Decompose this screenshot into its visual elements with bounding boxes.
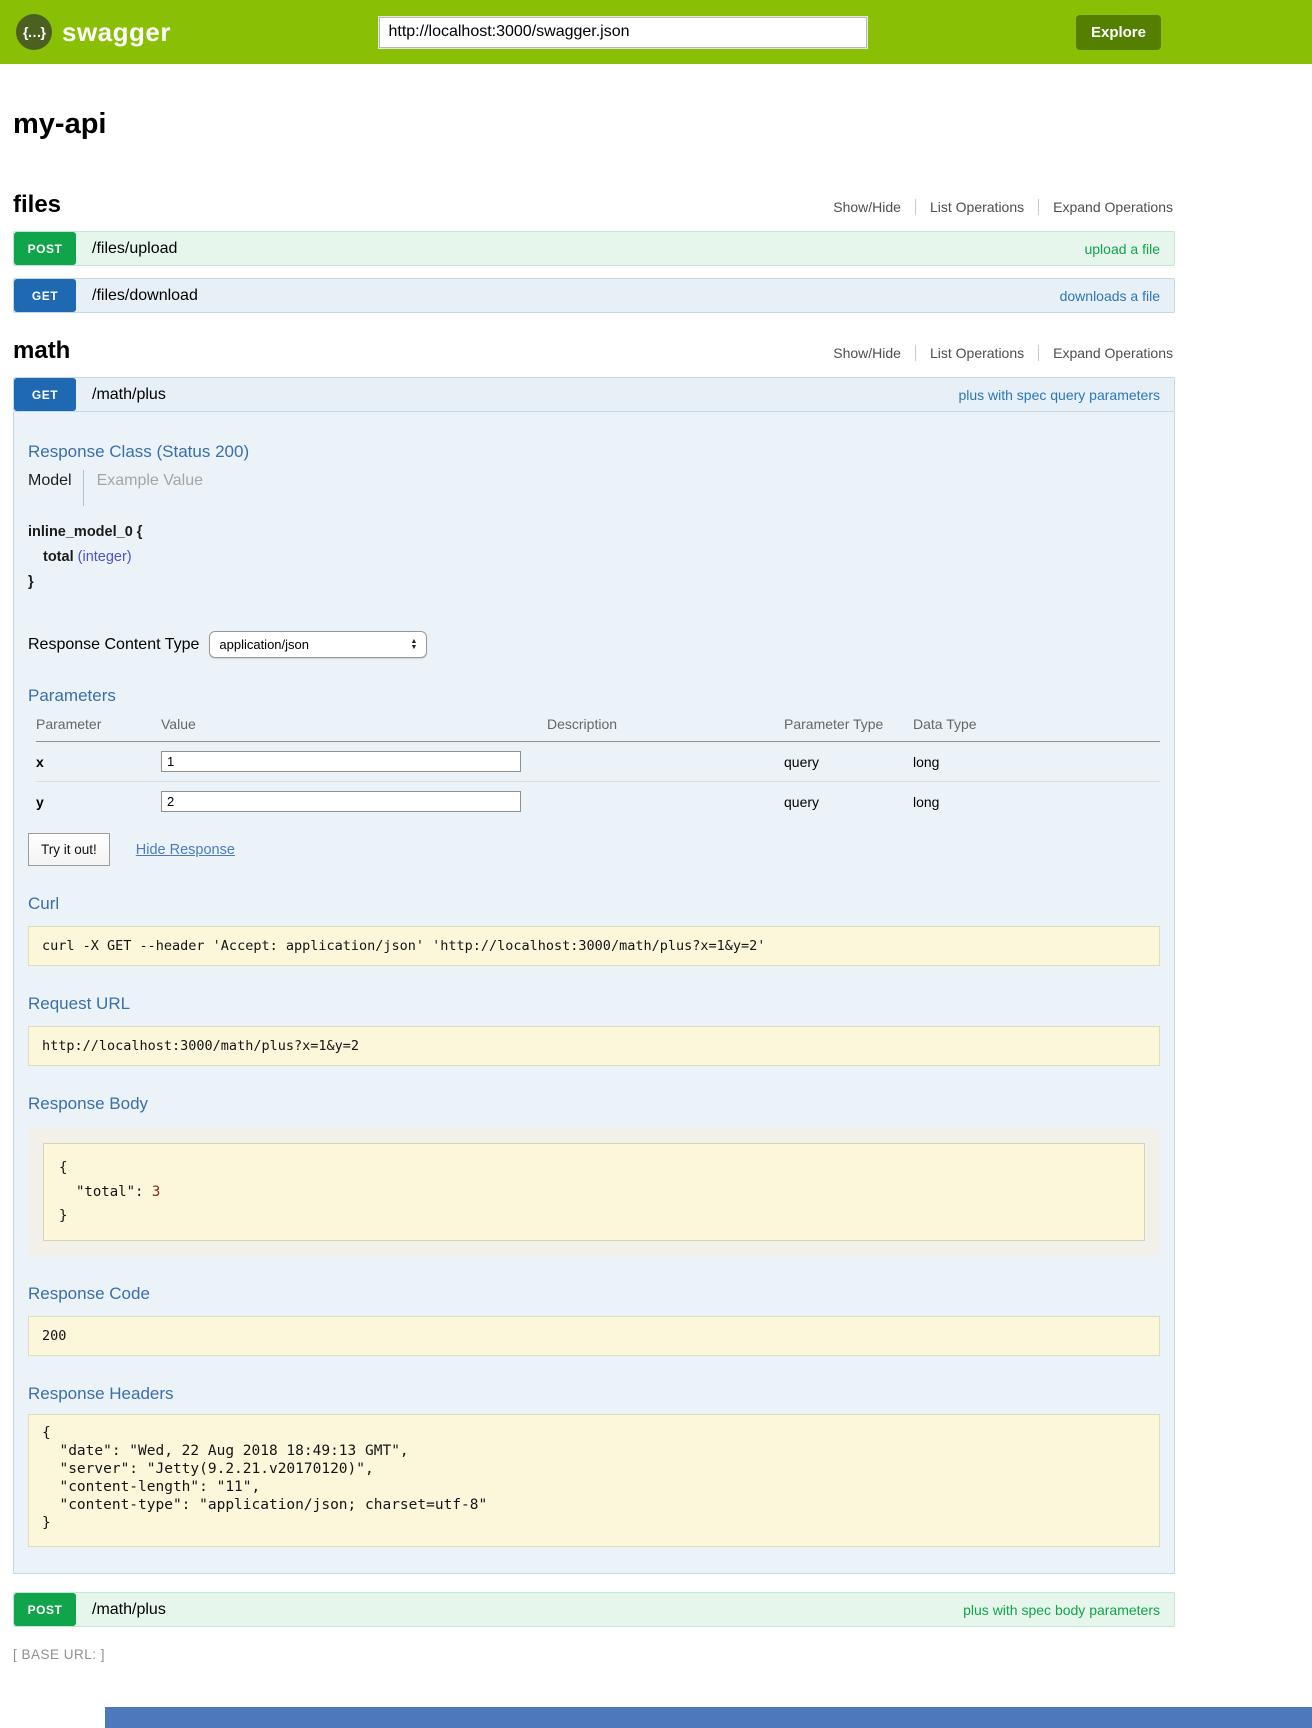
select-arrows-icon: ▲▼	[410, 639, 417, 650]
param-data-type: long	[913, 754, 1160, 770]
get-method-badge: GET	[14, 378, 76, 411]
op-row-files-download[interactable]: GET /files/download downloads a file	[13, 278, 1175, 313]
param-name: x	[36, 754, 161, 770]
list-operations-link[interactable]: List Operations	[915, 199, 1038, 215]
model-name: inline_model_0 {	[28, 520, 1160, 545]
model-tabs: Model Example Value	[28, 470, 1160, 506]
response-content-type-label: Response Content Type	[28, 636, 199, 654]
spec-url-input[interactable]	[379, 17, 867, 48]
math-section-header: math Show/Hide List Operations Expand Op…	[13, 337, 1175, 365]
param-name: y	[36, 794, 161, 810]
param-type: query	[784, 794, 913, 810]
hide-response-link[interactable]: Hide Response	[136, 842, 235, 858]
json-open-brace: {	[59, 1156, 1129, 1180]
model-schema: inline_model_0 { total (integer) }	[28, 520, 1160, 595]
bottom-message-bar	[105, 1707, 1312, 1728]
json-key: "total":	[76, 1184, 143, 1200]
tab-example-value[interactable]: Example Value	[84, 470, 203, 492]
parameters-heading: Parameters	[28, 686, 1160, 706]
operation-detail-panel: Response Class (Status 200) Model Exampl…	[13, 412, 1175, 1574]
swagger-logo: {…} swagger	[16, 14, 171, 50]
response-class-heading: Response Class (Status 200)	[28, 442, 1160, 462]
model-close-brace: }	[28, 570, 1160, 595]
param-row-y: y query long	[36, 781, 1160, 821]
op-summary-link[interactable]: plus with spec body parameters	[963, 1602, 1160, 1618]
tab-model[interactable]: Model	[28, 470, 83, 492]
math-section-controls: Show/Hide List Operations Expand Operati…	[819, 345, 1175, 361]
try-it-out-button[interactable]: Try it out!	[28, 833, 110, 866]
col-data-type: Data Type	[913, 716, 1160, 732]
op-path[interactable]: /files/upload	[92, 240, 177, 258]
curl-command: curl -X GET --header 'Accept: applicatio…	[28, 926, 1160, 966]
model-property-type: (integer)	[78, 549, 132, 565]
col-description: Description	[547, 716, 784, 732]
op-path[interactable]: /math/plus	[92, 386, 166, 404]
param-y-input[interactable]	[161, 791, 521, 812]
response-headers-json: { "date": "Wed, 22 Aug 2018 18:49:13 GMT…	[28, 1414, 1160, 1547]
request-url-value: http://localhost:3000/math/plus?x=1&y=2	[28, 1026, 1160, 1066]
explore-button[interactable]: Explore	[1076, 15, 1161, 50]
show-hide-link[interactable]: Show/Hide	[819, 345, 915, 361]
header-bar: {…} swagger Explore	[0, 0, 1312, 64]
op-path[interactable]: /files/download	[92, 287, 198, 305]
brand-title: swagger	[62, 17, 171, 48]
api-title: my-api	[13, 108, 1175, 141]
model-property-name: total	[43, 549, 74, 565]
param-data-type: long	[913, 794, 1160, 810]
swagger-logo-icon: {…}	[16, 14, 52, 50]
response-body-container: { "total": 3 }	[28, 1128, 1160, 1256]
request-url-heading: Request URL	[28, 994, 1160, 1014]
expand-operations-link[interactable]: Expand Operations	[1038, 199, 1175, 215]
show-hide-link[interactable]: Show/Hide	[819, 199, 915, 215]
json-close-brace: }	[59, 1204, 1129, 1228]
get-method-badge: GET	[14, 279, 76, 312]
base-url-label: [ BASE URL: ]	[13, 1647, 1312, 1662]
select-value: application/json	[219, 637, 309, 652]
list-operations-link[interactable]: List Operations	[915, 345, 1038, 361]
response-body-json: { "total": 3 }	[43, 1143, 1145, 1241]
op-path[interactable]: /math/plus	[92, 1601, 166, 1619]
response-body-heading: Response Body	[28, 1094, 1160, 1114]
col-parameter-type: Parameter Type	[784, 716, 913, 732]
param-type: query	[784, 754, 913, 770]
response-headers-heading: Response Headers	[28, 1384, 1160, 1404]
post-method-badge: POST	[14, 1593, 76, 1626]
expand-operations-link[interactable]: Expand Operations	[1038, 345, 1175, 361]
post-method-badge: POST	[14, 232, 76, 265]
param-row-x: x query long	[36, 742, 1160, 781]
op-summary-link[interactable]: downloads a file	[1060, 288, 1160, 304]
op-row-files-upload[interactable]: POST /files/upload upload a file	[13, 231, 1175, 266]
response-code-value: 200	[28, 1316, 1160, 1356]
op-row-math-plus-get[interactable]: GET /math/plus plus with spec query para…	[13, 377, 1175, 412]
op-summary-link[interactable]: plus with spec query parameters	[958, 387, 1160, 403]
math-section-title[interactable]: math	[13, 337, 70, 365]
col-value: Value	[161, 716, 547, 732]
response-code-heading: Response Code	[28, 1284, 1160, 1304]
files-section-title[interactable]: files	[13, 191, 61, 219]
curl-heading: Curl	[28, 894, 1160, 914]
op-summary-link[interactable]: upload a file	[1084, 241, 1160, 257]
response-content-type-select[interactable]: application/json ▲▼	[209, 631, 427, 658]
op-row-math-plus-post[interactable]: POST /math/plus plus with spec body para…	[13, 1592, 1175, 1627]
col-parameter: Parameter	[36, 716, 161, 732]
json-value: 3	[152, 1184, 160, 1200]
param-x-input[interactable]	[161, 751, 521, 772]
parameters-table: Parameter Value Description Parameter Ty…	[28, 716, 1160, 821]
files-section-header: files Show/Hide List Operations Expand O…	[13, 191, 1175, 219]
parameters-table-header: Parameter Value Description Parameter Ty…	[36, 716, 1160, 742]
files-section-controls: Show/Hide List Operations Expand Operati…	[819, 199, 1175, 215]
